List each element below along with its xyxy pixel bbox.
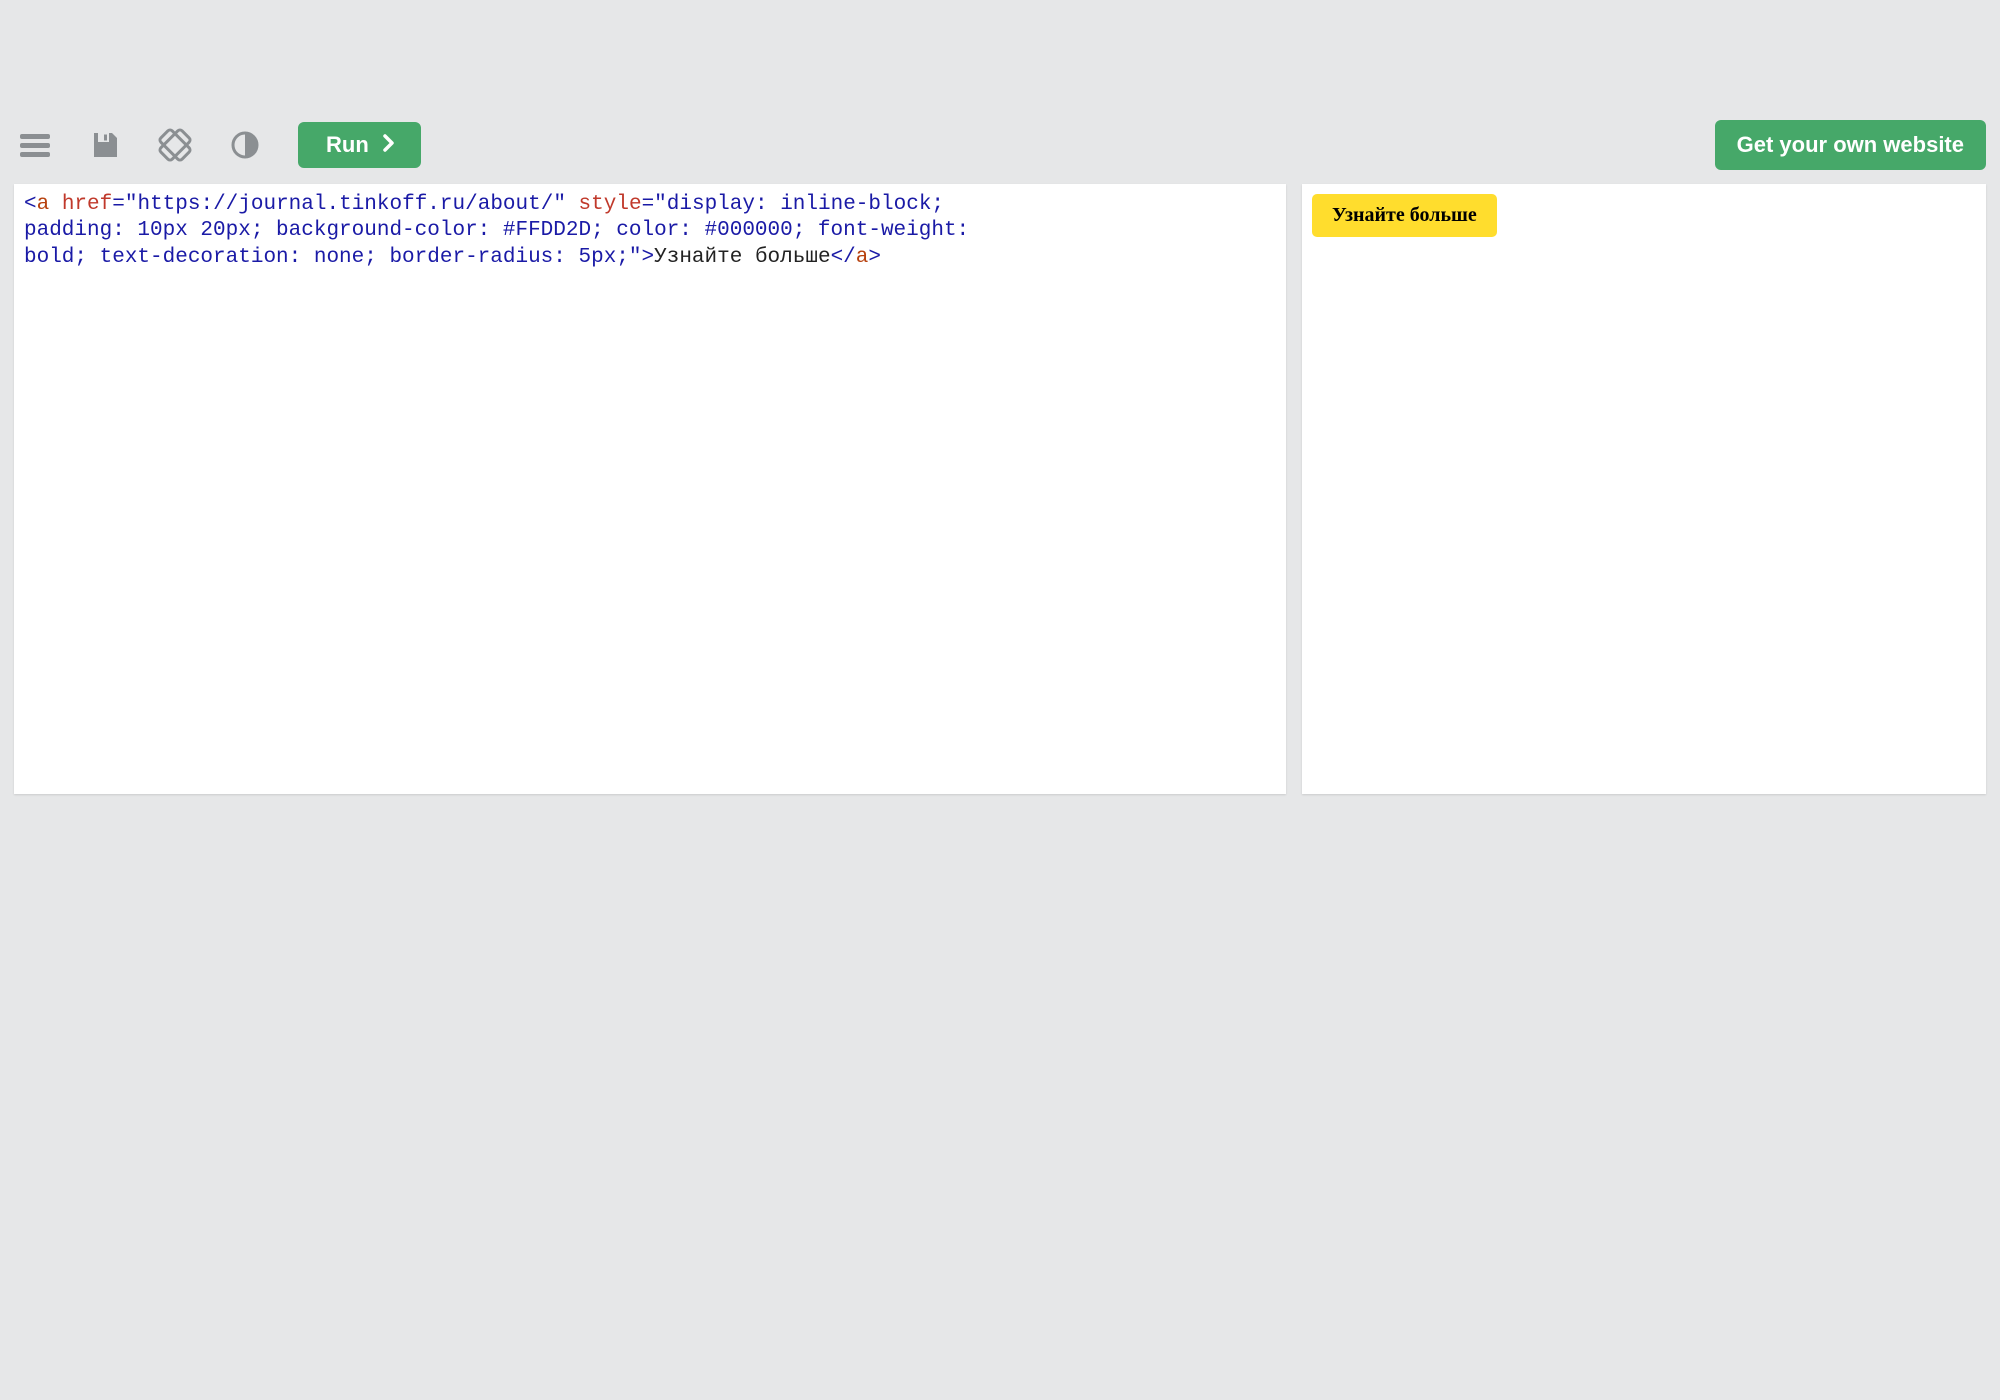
- code-token: "display: inline-block;: [654, 193, 956, 216]
- save-icon[interactable]: [88, 128, 122, 162]
- code-editor[interactable]: <a href="https://journal.tinkoff.ru/abou…: [14, 184, 1286, 794]
- chevron-right-icon: [383, 134, 395, 156]
- code-token: >: [642, 246, 655, 269]
- toolbar: Run Get your own website: [14, 120, 1986, 184]
- toolbar-left-group: Run: [18, 122, 421, 168]
- code-token: =: [642, 193, 655, 216]
- code-token: "https://journal.tinkoff.ru/about/": [125, 193, 566, 216]
- code-token: style: [579, 193, 642, 216]
- preview-pane: Узнайте больше: [1302, 184, 1986, 794]
- code-token: href: [62, 193, 112, 216]
- code-token: padding: 10px 20px; background-color: #F…: [24, 219, 982, 242]
- code-token: Узнайте больше: [654, 246, 830, 269]
- run-button-label: Run: [326, 132, 369, 158]
- rotate-icon[interactable]: [158, 128, 192, 162]
- own-site-button-label: Get your own website: [1737, 132, 1964, 157]
- preview-button-label: Узнайте больше: [1332, 204, 1477, 226]
- code-token: >: [868, 246, 881, 269]
- panels: <a href="https://journal.tinkoff.ru/abou…: [14, 184, 1986, 794]
- code-token: <: [24, 193, 37, 216]
- menu-icon[interactable]: [18, 128, 52, 162]
- run-button[interactable]: Run: [298, 122, 421, 168]
- code-token: =: [112, 193, 125, 216]
- contrast-icon[interactable]: [228, 128, 262, 162]
- code-token: a: [856, 246, 869, 269]
- code-token: a: [37, 193, 50, 216]
- get-your-own-website-button[interactable]: Get your own website: [1715, 120, 1986, 170]
- code-token: bold; text-decoration: none; border-radi…: [24, 246, 642, 269]
- preview-button[interactable]: Узнайте больше: [1312, 194, 1497, 237]
- code-token: </: [831, 246, 856, 269]
